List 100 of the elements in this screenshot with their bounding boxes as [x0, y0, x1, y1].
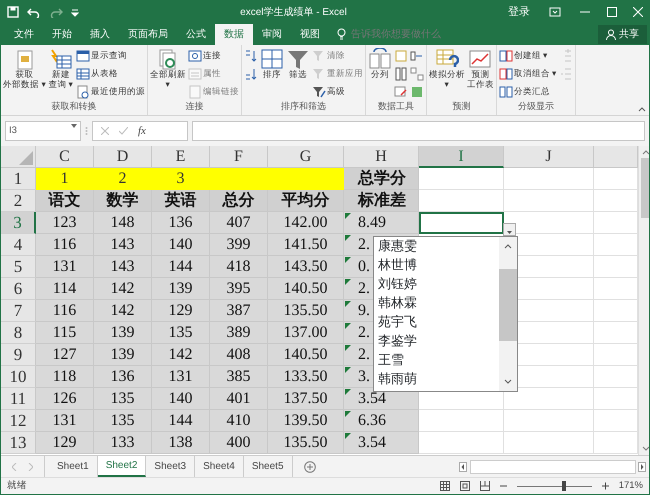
- row-header[interactable]: 1: [1, 168, 36, 190]
- column-header[interactable]: I: [419, 146, 504, 168]
- formula-input[interactable]: [192, 121, 645, 141]
- column-header[interactable]: G: [268, 146, 344, 168]
- undo-icon[interactable]: [27, 6, 41, 18]
- ribbon-button[interactable]: 显示查询: [74, 47, 146, 64]
- dropdown-arrow-button[interactable]: [503, 223, 516, 236]
- row-header[interactable]: 6: [1, 278, 36, 300]
- row-header[interactable]: 4: [1, 234, 36, 256]
- ribbon-button[interactable]: 模拟分析 ▾: [428, 47, 466, 91]
- row-header[interactable]: 13: [1, 432, 36, 454]
- group-label: 排序和筛选: [280, 100, 327, 113]
- row-header[interactable]: 8: [1, 322, 36, 344]
- collapse-ribbon-icon[interactable]: [638, 106, 646, 112]
- close-icon[interactable]: [633, 7, 643, 17]
- zoom-level[interactable]: 171%: [618, 478, 643, 494]
- ribbon-button[interactable]: 连接: [186, 47, 240, 64]
- table-cell: 135: [152, 322, 210, 344]
- scroll-thumb[interactable]: [499, 269, 517, 341]
- ribbon-button[interactable]: 取消组合 ▾: [498, 65, 558, 82]
- remove-duplicates-icon[interactable]: [394, 66, 408, 80]
- window-icon: [76, 48, 90, 62]
- row-header[interactable]: 2: [1, 190, 36, 212]
- ribbon-button[interactable]: 获取 外部数据 ▾: [2, 47, 48, 91]
- row-header[interactable]: 7: [1, 300, 36, 322]
- table-cell: 129: [152, 300, 210, 322]
- scroll-thumb[interactable]: [470, 460, 636, 474]
- insert-function-button[interactable]: fx: [138, 122, 146, 140]
- ribbon-tab[interactable]: 审阅: [253, 24, 291, 45]
- ribbon-tab[interactable]: 插入: [81, 24, 119, 45]
- ribbon-button[interactable]: 从表格: [74, 65, 146, 82]
- window-title: excel学生成绩单 - Excel: [239, 6, 348, 20]
- table-cell: 407: [210, 212, 268, 234]
- relationships-icon[interactable]: [410, 66, 424, 80]
- row-header[interactable]: 11: [1, 388, 36, 410]
- dropdown-caret-icon[interactable]: [71, 124, 77, 128]
- column-header[interactable]: J: [504, 146, 594, 168]
- column-header[interactable]: F: [210, 146, 268, 168]
- table-cell: 2: [94, 168, 152, 190]
- ribbon-button[interactable]: 排序: [258, 47, 285, 81]
- column-header[interactable]: D: [94, 146, 152, 168]
- row-header[interactable]: 5: [1, 256, 36, 278]
- ribbon-button[interactable]: 最近使用的源: [74, 83, 146, 100]
- table-cell: 142: [152, 344, 210, 366]
- query-table-icon: [49, 48, 74, 70]
- sort-descending-icon[interactable]: [244, 66, 258, 80]
- ribbon-button[interactable]: 分列: [366, 47, 393, 81]
- group-label: 分级显示: [516, 100, 555, 113]
- ribbon-tab[interactable]: 页面布局: [119, 24, 177, 45]
- table-cell: 140.50: [268, 278, 344, 300]
- add-sheet-icon[interactable]: [304, 460, 316, 472]
- maximize-icon[interactable]: [606, 7, 616, 17]
- table-cell: 数学: [94, 190, 152, 212]
- row-header[interactable]: 12: [1, 410, 36, 432]
- dropdown-list[interactable]: 康惠雯 林世博 刘钰婷 韩林霖 苑宇飞 李鉴学 王雪 韩雨萌: [373, 236, 518, 392]
- tell-me-field[interactable]: 告诉我你想要做什么: [349, 26, 479, 42]
- sign-in-link[interactable]: 登录: [508, 4, 530, 20]
- ribbon-tab[interactable]: 开始: [43, 24, 81, 45]
- sheet-tab[interactable]: Sheet2: [98, 456, 146, 477]
- column-header[interactable]: H: [344, 146, 419, 168]
- row-header[interactable]: 10: [1, 366, 36, 388]
- ribbon-button[interactable]: 高级: [310, 83, 364, 100]
- save-icon[interactable]: [7, 6, 19, 18]
- name-box[interactable]: I3: [5, 121, 81, 141]
- ribbon-tab[interactable]: 数据: [215, 24, 253, 45]
- row-header[interactable]: 3: [1, 212, 36, 234]
- share-button[interactable]: 共享: [598, 24, 647, 44]
- consolidate-icon[interactable]: [410, 48, 424, 62]
- name-box-text: I3: [9, 124, 17, 138]
- table-cell: 143.50: [268, 256, 344, 278]
- status-text: 就绪: [7, 478, 27, 493]
- table-cell: 135.50: [268, 432, 344, 454]
- ribbon-button[interactable]: 预测 工作表: [466, 47, 495, 91]
- slider-thumb[interactable]: [562, 481, 566, 491]
- column-header[interactable]: E: [152, 146, 210, 168]
- ribbon-button[interactable]: 全部刷新 ▾: [148, 47, 187, 91]
- page-layout-icon[interactable]: [460, 481, 470, 491]
- ribbon-button[interactable]: 创建组 ▾: [498, 47, 558, 64]
- what-if-icon: [434, 48, 459, 70]
- ribbon-button[interactable]: 新建 查询 ▾: [47, 47, 75, 91]
- page-break-icon[interactable]: [480, 481, 490, 491]
- ribbon-tab[interactable]: 视图: [291, 24, 329, 45]
- scroll-right-icon[interactable]: [638, 462, 646, 472]
- normal-view-icon[interactable]: [440, 481, 450, 491]
- ribbon-button[interactable]: 筛选: [284, 47, 311, 81]
- table-cell: 116: [36, 234, 94, 256]
- scroll-left-icon[interactable]: [459, 462, 467, 472]
- active-cell[interactable]: [419, 212, 504, 234]
- ribbon-display-icon[interactable]: [549, 7, 561, 17]
- ribbon-button[interactable]: 分类汇总: [498, 83, 558, 100]
- sort-ascending-icon[interactable]: [244, 48, 258, 62]
- scroll-thumb[interactable]: [641, 158, 649, 218]
- table-cell: 英语: [152, 190, 210, 212]
- column-header[interactable]: C: [36, 146, 94, 168]
- row-header[interactable]: 9: [1, 344, 36, 366]
- person-icon: [606, 28, 616, 40]
- validation-icon[interactable]: [394, 84, 408, 98]
- ribbon-tab[interactable]: 公式: [177, 24, 215, 45]
- zoom-in-icon[interactable]: [602, 481, 609, 491]
- ribbon-tab[interactable]: 文件: [5, 24, 43, 45]
